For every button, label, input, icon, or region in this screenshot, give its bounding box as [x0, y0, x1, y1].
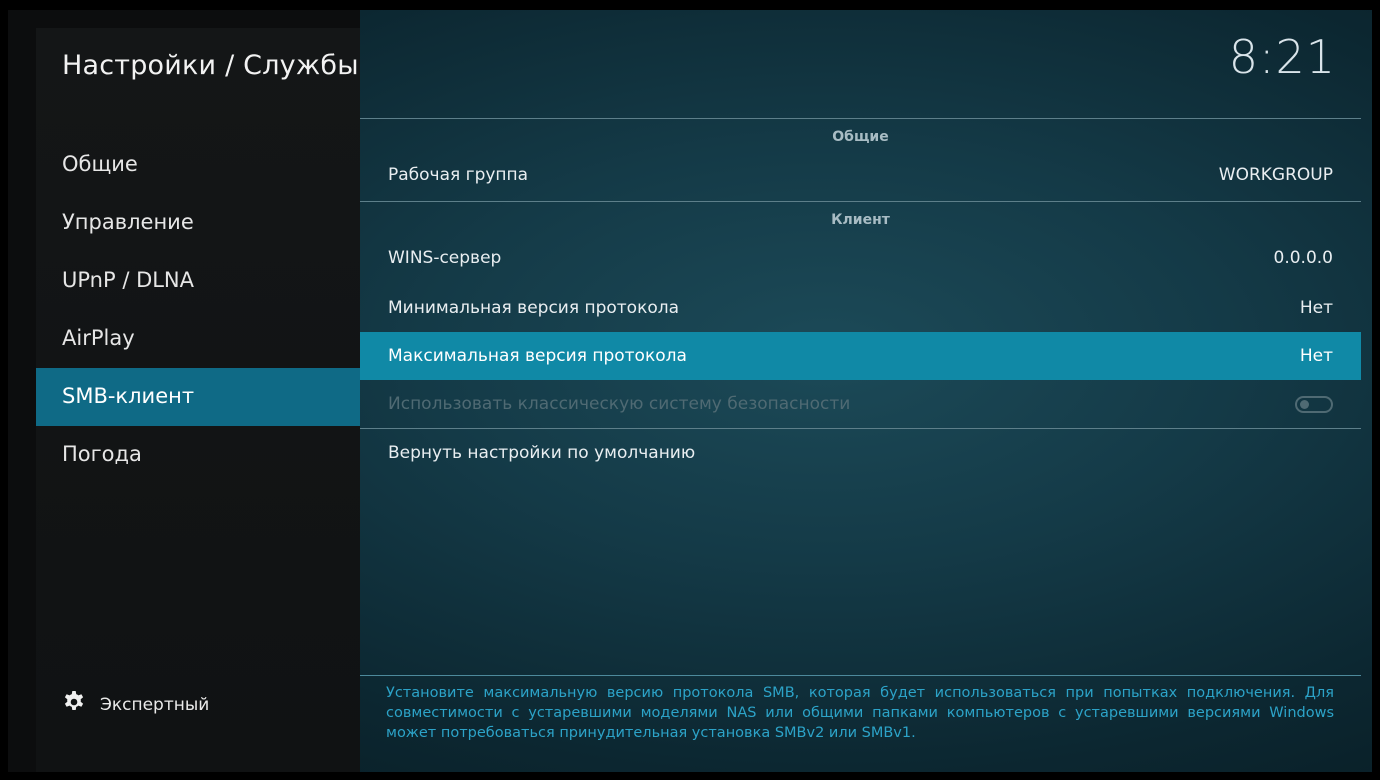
- settings-level-label: Экспертный: [100, 694, 210, 715]
- gear-icon: [62, 690, 100, 719]
- setting-reset-defaults[interactable]: Вернуть настройки по умолчанию: [360, 429, 1361, 477]
- setting-label: Рабочая группа: [388, 165, 529, 185]
- setting-label: Использовать классическую систему безопа…: [388, 394, 851, 414]
- settings-list: Общие Рабочая группа WORKGROUP Клиент WI…: [360, 118, 1361, 477]
- sidebar-item-smb-client[interactable]: SMB-клиент: [36, 368, 360, 426]
- setting-value: 0.0.0.0: [1273, 248, 1333, 268]
- sidebar-item-airplay[interactable]: AirPlay: [36, 310, 360, 368]
- group-title-general: Общие: [832, 129, 889, 145]
- kodi-settings-screen: Настройки / Службы Общие Управление UPnP…: [8, 10, 1372, 772]
- setting-label: Вернуть настройки по умолчанию: [388, 443, 696, 463]
- sidebar-panel: Настройки / Службы Общие Управление UPnP…: [36, 28, 360, 772]
- description-divider: [360, 675, 1361, 676]
- setting-max-protocol[interactable]: Максимальная версия протокола Нет: [360, 332, 1361, 380]
- setting-wins-server[interactable]: WINS-сервер 0.0.0.0: [360, 232, 1361, 284]
- setting-description: Установите максимальную версию протокола…: [386, 685, 1334, 741]
- legacy-security-toggle: [1295, 395, 1333, 413]
- setting-value: WORKGROUP: [1218, 165, 1333, 185]
- clock: 8:21: [1228, 30, 1336, 84]
- setting-label: Минимальная версия протокола: [388, 298, 680, 318]
- setting-label: WINS-сервер: [388, 248, 502, 268]
- setting-min-protocol[interactable]: Минимальная версия протокола Нет: [360, 284, 1361, 332]
- sidebar-item-control[interactable]: Управление: [36, 194, 360, 252]
- sidebar: Настройки / Службы Общие Управление UPnP…: [8, 10, 360, 772]
- setting-value: Нет: [1299, 298, 1333, 318]
- setting-label: Максимальная версия протокола: [388, 346, 687, 366]
- setting-workgroup[interactable]: Рабочая группа WORKGROUP: [360, 149, 1361, 201]
- setting-legacy-security: Использовать классическую систему безопа…: [360, 380, 1361, 428]
- sidebar-item-upnp-dlna[interactable]: UPnP / DLNA: [36, 252, 360, 310]
- setting-value: Нет: [1299, 346, 1333, 366]
- page-title: Настройки / Службы: [62, 50, 359, 81]
- sidebar-item-general[interactable]: Общие: [36, 136, 360, 194]
- sidebar-item-weather[interactable]: Погода: [36, 426, 360, 484]
- sidebar-nav: Общие Управление UPnP / DLNA AirPlay SMB…: [36, 136, 360, 484]
- settings-level-button[interactable]: Экспертный: [62, 690, 209, 719]
- group-title-client: Клиент: [831, 212, 890, 228]
